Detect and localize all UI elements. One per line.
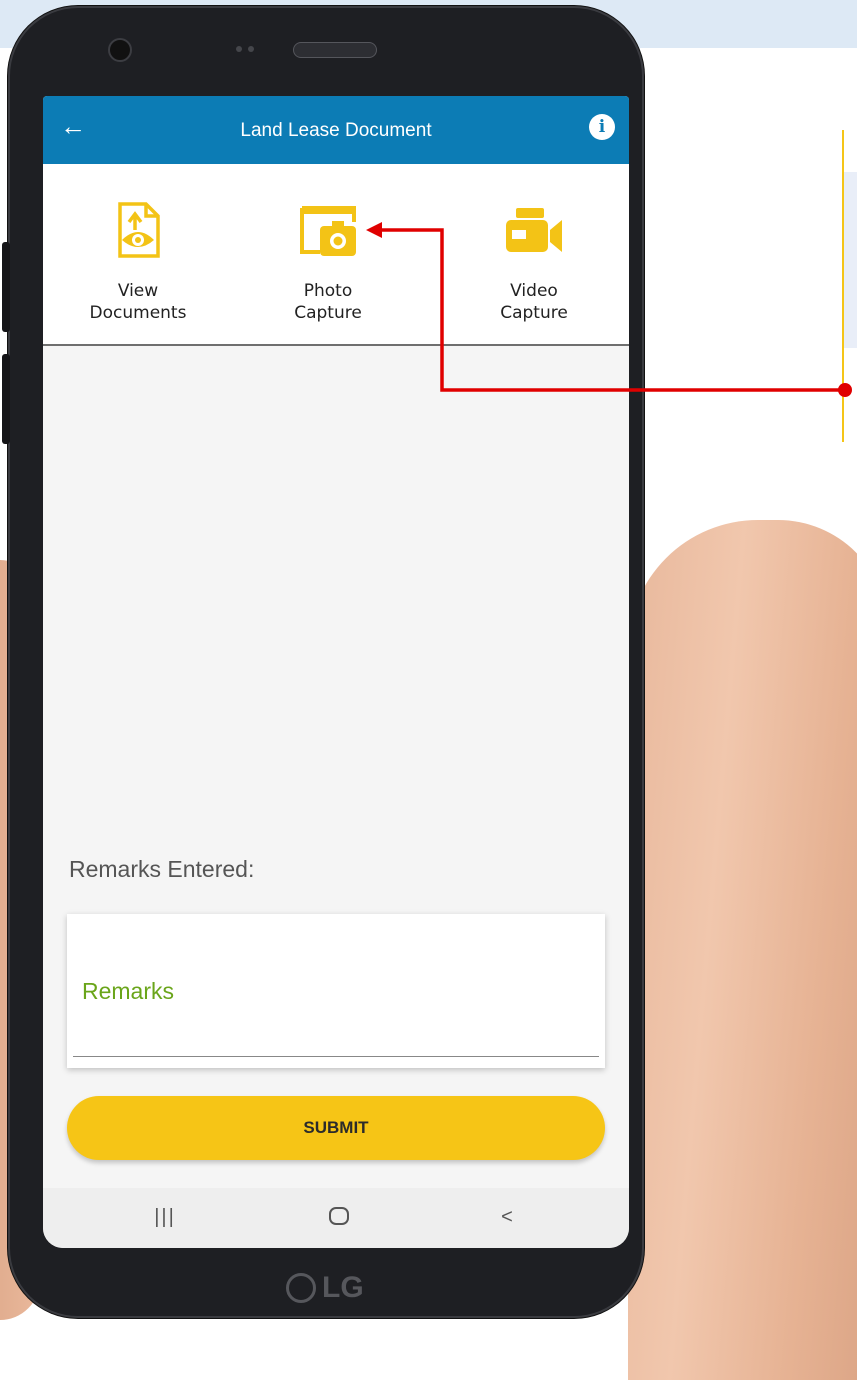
action-label-line: Capture [294,303,362,323]
view-documents-button[interactable]: View Documents [63,164,213,344]
video-capture-label: Video Capture [459,280,609,324]
app-bar: ← Land Lease Document i [43,96,629,164]
action-label-line: Photo [303,281,353,301]
remarks-field[interactable]: Remarks [82,978,174,1005]
video-capture-button[interactable]: Video Capture [459,164,609,344]
action-label-line: Documents [89,303,187,323]
action-label-line: View [117,281,159,301]
photo-capture-button[interactable]: Photo Capture [253,164,403,344]
photo-capture-label: Photo Capture [253,280,403,324]
action-label-line: Video [510,281,558,301]
nav-back-icon[interactable]: < [487,1206,527,1229]
front-camera [108,38,132,62]
callout-panel-fill [844,172,857,348]
home-icon[interactable] [319,1206,359,1232]
system-nav-bar: ||| < [43,1188,629,1248]
page-title: Land Lease Document [240,120,432,141]
brand-text: LG [322,1271,364,1304]
submit-button[interactable]: SUBMIT [67,1096,605,1160]
view-documents-icon [118,202,160,258]
phone-device: LG ← Land Lease Document i View Document… [2,6,644,1318]
lg-logo-icon [286,1273,316,1303]
view-documents-label: View Documents [63,280,213,324]
phone-screen: ← Land Lease Document i View Documents P… [43,96,629,1248]
remarks-card: Remarks [67,914,605,1068]
action-row: View Documents Photo Capture Video Captu… [43,164,629,346]
photo-capture-icon [300,206,356,256]
holding-thumb [628,520,857,1380]
remarks-field-underline [73,1056,599,1057]
sensor-dot [248,46,254,52]
video-capture-icon [506,208,562,252]
volume-down-button [2,354,10,444]
recent-apps-icon[interactable]: ||| [145,1206,185,1229]
brand-logo: LG [286,1268,386,1308]
earpiece-speaker [293,42,377,58]
action-label-line: Capture [500,303,568,323]
sensor-dot [236,46,242,52]
volume-up-button [2,242,10,332]
remarks-heading: Remarks Entered: [69,856,255,882]
info-icon[interactable]: i [589,114,615,140]
